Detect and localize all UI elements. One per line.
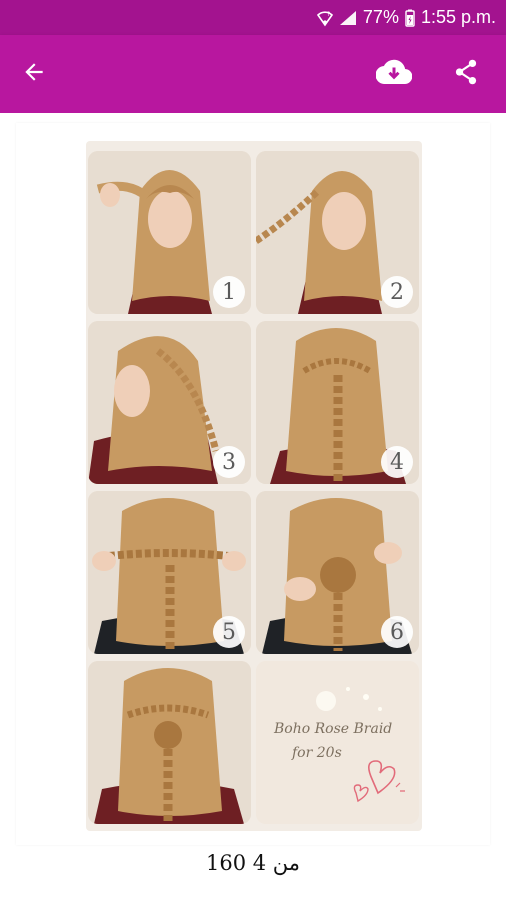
share-icon <box>453 58 479 91</box>
collage-title-line2: for 20s <box>292 745 342 761</box>
step-number: 6 <box>381 616 413 648</box>
step-number: 3 <box>213 446 245 478</box>
wifi-icon: ? <box>316 9 333 27</box>
step-number: 2 <box>381 276 413 308</box>
download-button[interactable] <box>366 35 422 113</box>
title-tile: Boho Rose Braid for 20s <box>256 661 419 824</box>
battery-percent: 77% <box>362 7 399 27</box>
step-photo-4: 4 <box>256 321 419 484</box>
result-photo <box>88 661 251 824</box>
collage-title: Boho Rose Braid for 20s <box>274 717 392 765</box>
status-icons: ? 77% 1:55 p.m. <box>316 0 496 35</box>
hairstyle-collage-image: 1 2 3 4 5 6 Boho Rose Braid for 20s <box>86 141 422 831</box>
image-card[interactable]: 1 2 3 4 5 6 Boho Rose Braid for 20s <box>16 123 490 845</box>
status-bar: ? 77% 1:55 p.m. <box>0 0 506 35</box>
app-bar <box>0 35 506 113</box>
share-button[interactable] <box>438 35 494 113</box>
step-number: 5 <box>213 616 245 648</box>
step-number: 1 <box>213 276 245 308</box>
content-area: 1 2 3 4 5 6 Boho Rose Braid for 20s 160 … <box>0 113 506 900</box>
step-photo-5: 5 <box>88 491 251 654</box>
svg-text:?: ? <box>327 11 330 18</box>
step-photo-3: 3 <box>88 321 251 484</box>
step-photo-1: 1 <box>88 151 251 314</box>
signal-icon <box>339 10 357 26</box>
arrow-back-icon <box>21 59 47 90</box>
step-number: 4 <box>381 446 413 478</box>
clock: 1:55 p.m. <box>420 7 496 27</box>
battery-icon <box>405 9 415 27</box>
page-counter: 160 من 4 <box>205 851 301 875</box>
cloud-download-icon <box>375 57 413 92</box>
back-button[interactable] <box>6 35 62 113</box>
step-photo-6: 6 <box>256 491 419 654</box>
step-photo-2: 2 <box>256 151 419 314</box>
collage-title-line1: Boho Rose Braid <box>274 721 393 737</box>
